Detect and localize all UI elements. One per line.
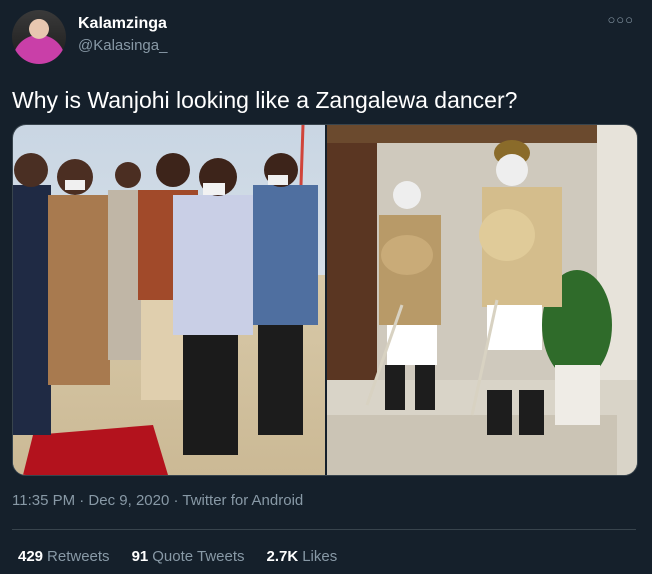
retweets-label: Retweets (47, 548, 110, 565)
likes-count: 2.7K (266, 548, 299, 565)
retweets-stat[interactable]: 429 Retweets (18, 548, 110, 565)
author-handle[interactable]: @Kalasinga_ (78, 37, 167, 54)
photo-left[interactable] (13, 125, 327, 475)
more-options-icon[interactable]: ○○○ (607, 12, 634, 27)
likes-stat[interactable]: 2.7K Likes (267, 548, 338, 565)
tweet-media[interactable] (12, 124, 638, 476)
divider (12, 529, 636, 530)
profile-avatar[interactable] (12, 10, 66, 64)
tweet-text: Why is Wanjohi looking like a Zangalewa … (12, 87, 518, 113)
retweets-count: 429 (18, 548, 44, 565)
quote-tweets-label: Quote Tweets (152, 548, 245, 565)
likes-label: Likes (302, 548, 338, 565)
quote-tweets-stat[interactable]: 91 Quote Tweets (132, 548, 245, 565)
photo-right[interactable] (327, 125, 637, 475)
author-name[interactable]: Kalamzinga (78, 15, 167, 33)
tweet-timestamp[interactable]: 11:35 PM · Dec 9, 2020 · Twitter for And… (12, 492, 303, 509)
quote-tweets-count: 91 (131, 548, 149, 565)
tweet-stats: 429 Retweets 91 Quote Tweets 2.7K Likes (18, 548, 337, 565)
